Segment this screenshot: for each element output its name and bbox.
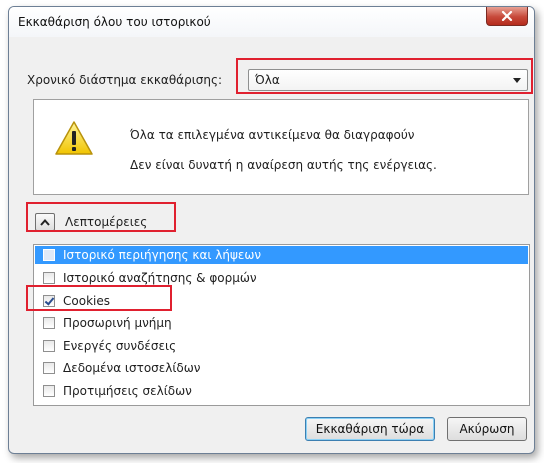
- highlight-time-range: [236, 58, 533, 94]
- list-item-browsing-history[interactable]: Ιστορικό περιήγησης και λήψεων: [35, 246, 528, 264]
- list-item-label: Προσωρινή μνήμη: [63, 316, 172, 330]
- warning-panel: Όλα τα επιλεγμένα αντικείμενα θα διαγραφ…: [33, 99, 529, 195]
- title-bar: Εκκαθάριση όλου του ιστορικού: [9, 7, 534, 37]
- checkbox[interactable]: [43, 340, 55, 352]
- list-item-label: Προτιμήσεις σελίδων: [63, 384, 192, 398]
- list-item-label: Δεδομένα ιστοσελίδων: [63, 361, 201, 375]
- close-icon: [501, 11, 513, 21]
- checkbox[interactable]: [43, 249, 55, 261]
- dialog-title: Εκκαθάριση όλου του ιστορικού: [18, 15, 211, 29]
- history-items-list: Ιστορικό περιήγησης και λήψεων Ιστορικό …: [33, 244, 530, 406]
- list-item-cache[interactable]: Προσωρινή μνήμη: [35, 314, 528, 332]
- checkbox[interactable]: [43, 272, 55, 284]
- checkbox[interactable]: [43, 362, 55, 374]
- warning-text-2: Δεν είναι δυνατή η αναίρεση αυτής της εν…: [130, 158, 437, 172]
- checkbox[interactable]: [43, 385, 55, 397]
- list-item-label: Ιστορικό αναζήτησης & φορμών: [63, 271, 257, 285]
- clear-now-button[interactable]: Εκκαθάριση τώρα: [305, 417, 435, 441]
- list-item-label: Ενεργές συνδέσεις: [63, 339, 177, 353]
- list-item-label: Ιστορικό περιήγησης και λήψεων: [63, 248, 262, 262]
- highlight-details: [26, 202, 176, 232]
- time-range-label: Χρονικό διάστημα εκκαθάρισης:: [27, 73, 223, 87]
- warning-text-1: Όλα τα επιλεγμένα αντικείμενα θα διαγραφ…: [130, 128, 415, 142]
- close-button[interactable]: [486, 7, 528, 26]
- highlight-cookies: [26, 285, 172, 311]
- checkbox[interactable]: [43, 317, 55, 329]
- list-item-active-logins[interactable]: Ενεργές συνδέσεις: [35, 337, 528, 355]
- list-item-site-data[interactable]: Δεδομένα ιστοσελίδων: [35, 359, 528, 377]
- list-item-site-preferences[interactable]: Προτιμήσεις σελίδων: [35, 382, 528, 400]
- warning-icon: [55, 121, 93, 155]
- cancel-button[interactable]: Ακύρωση: [447, 417, 527, 441]
